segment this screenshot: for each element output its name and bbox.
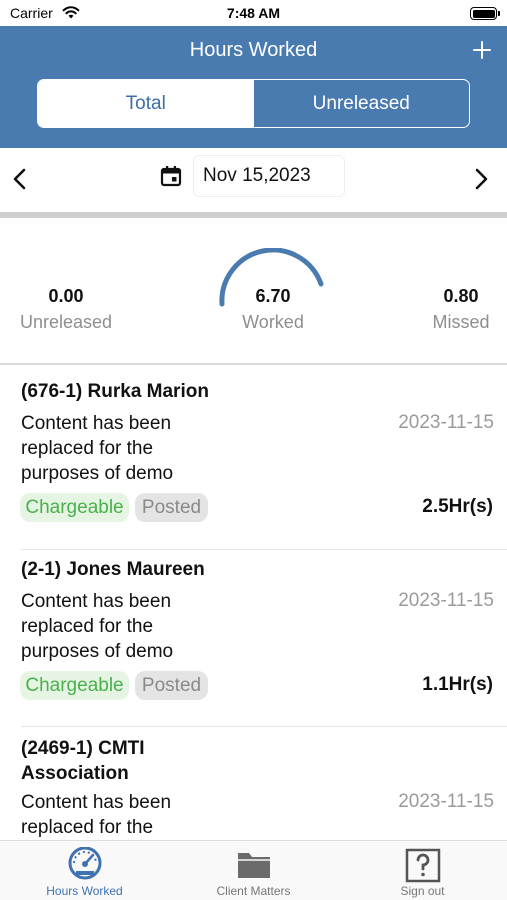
page-title: Hours Worked <box>189 39 318 61</box>
tab-sign-out[interactable]: Sign out <box>338 841 507 900</box>
date-bar: Nov 15,2023 <box>0 148 507 212</box>
entry-date: 2023-11-15 <box>398 412 494 433</box>
missed-value: 0.80 <box>443 286 479 306</box>
header: Hours Worked Total Unreleased <box>0 26 507 148</box>
chargeable-badge: Chargeable <box>20 493 129 522</box>
tab-bar: Hours Worked Client Matters Sign out <box>0 840 507 900</box>
time-entries-list: (676-1) Rurka Marion Content has been re… <box>0 365 507 840</box>
list-item[interactable]: (2469-1) CMTI Association Content has be… <box>0 728 507 840</box>
plus-icon <box>473 41 491 59</box>
status-time: 7:48 AM <box>226 5 281 21</box>
list-item[interactable]: (676-1) Rurka Marion Content has been re… <box>0 365 507 550</box>
chargeable-badge: Chargeable <box>20 671 129 700</box>
tab-label: Client Matters <box>216 884 291 898</box>
chevron-right-icon <box>475 168 488 190</box>
speedometer-icon <box>68 847 101 880</box>
segment-total[interactable]: Total <box>38 80 254 127</box>
tab-client-matters[interactable]: Client Matters <box>169 841 338 900</box>
posted-badge: Posted <box>135 671 208 700</box>
status-bar: Carrier 7:48 AM <box>0 0 507 26</box>
tab-label: Hours Worked <box>46 884 123 898</box>
previous-day-button[interactable] <box>8 165 32 193</box>
entry-title: (2469-1) CMTI Association <box>21 738 145 784</box>
folder-icon <box>237 853 270 878</box>
entry-title: (2-1) Jones Maureen <box>21 559 205 580</box>
add-button[interactable] <box>471 34 495 62</box>
worked-label: Worked <box>242 312 304 332</box>
chevron-left-icon <box>13 168 26 190</box>
entry-hours: 1.1Hr(s) <box>422 674 493 695</box>
tab-hours-worked[interactable]: Hours Worked <box>0 841 169 900</box>
question-icon <box>405 848 440 883</box>
calendar-icon[interactable] <box>160 165 182 187</box>
hours-summary: 0.00 Unreleased 6.70 Worked 0.80 Missed <box>0 218 507 364</box>
next-day-button[interactable] <box>469 165 493 193</box>
entry-hours: 2.5Hr(s) <box>422 496 493 517</box>
unreleased-label: Unreleased <box>19 312 113 332</box>
entry-description: Content has been replaced for the purpos… <box>21 591 174 662</box>
worked-value: 6.70 <box>255 286 291 306</box>
date-field[interactable]: Nov 15,2023 <box>193 155 345 197</box>
list-item[interactable]: (2-1) Jones Maureen Content has been rep… <box>0 550 507 728</box>
entry-date: 2023-11-15 <box>398 791 494 812</box>
entry-title: (676-1) Rurka Marion <box>21 381 209 402</box>
missed-label: Missed <box>432 312 490 332</box>
battery-icon <box>470 7 500 20</box>
entry-date: 2023-11-15 <box>398 590 494 611</box>
unreleased-value: 0.00 <box>48 286 84 306</box>
tab-label: Sign out <box>400 884 445 898</box>
entry-description: Content has been replaced for the purpos… <box>21 413 174 484</box>
posted-badge: Posted <box>135 493 208 522</box>
segment-unreleased[interactable]: Unreleased <box>254 80 470 127</box>
entry-description: Content has been replaced for the <box>21 792 172 838</box>
divider <box>21 726 507 727</box>
segmented-control: Total Unreleased <box>37 79 470 128</box>
